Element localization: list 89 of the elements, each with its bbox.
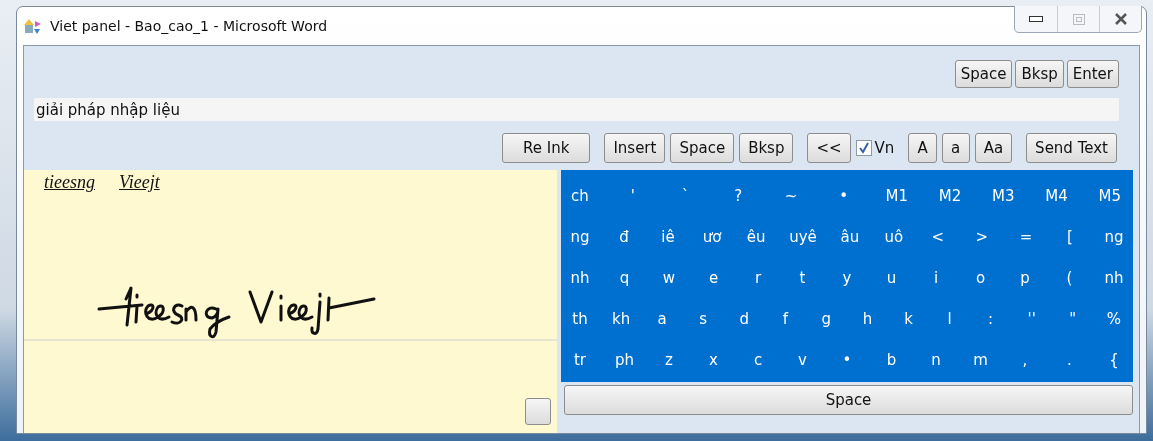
text-field[interactable]: giải pháp nhập liệu [34,98,1119,121]
key[interactable]: r [747,269,769,287]
key[interactable]: q [613,269,636,287]
toolbar-button[interactable]: Send Text [1026,133,1117,163]
key[interactable]: < [926,228,949,246]
key[interactable]: g [815,310,838,328]
key[interactable]: { [1103,351,1125,369]
key[interactable]: d [733,310,756,328]
key[interactable]: a [651,310,674,328]
suggestion-link[interactable]: tieesng [44,172,95,193]
key[interactable]: tr [569,351,591,369]
key[interactable]: ng [569,228,591,246]
close-icon [1113,13,1128,25]
toolbar-button[interactable]: Aa [974,133,1013,163]
key[interactable]: h [856,310,879,328]
key[interactable]: f [774,310,797,328]
space-button[interactable]: Space [564,385,1133,415]
key[interactable]: t [791,269,814,287]
key[interactable]: z [658,351,680,369]
key[interactable]: o [969,269,992,287]
toolbar-button[interactable]: << [807,133,851,163]
key[interactable]: • [836,351,858,369]
key[interactable]: M2 [938,187,962,205]
check-icon [857,142,870,154]
key[interactable]: ? [727,187,750,205]
toolbar-button[interactable]: A [908,133,937,163]
key[interactable]: x [702,351,725,369]
key[interactable]: > [970,228,993,246]
key[interactable]: k [897,310,920,328]
key[interactable]: c [747,351,769,369]
key[interactable]: p [1014,269,1036,287]
key[interactable]: ` [674,187,697,205]
key[interactable]: ~ [780,187,802,205]
key[interactable]: ươ [701,228,724,246]
key[interactable]: uô [882,228,905,246]
key[interactable]: ng [1103,228,1125,246]
key[interactable]: ch [569,187,591,205]
key[interactable]: w [658,269,680,287]
key[interactable]: âu [838,228,861,246]
key[interactable]: ph [613,351,636,369]
key[interactable]: iê [657,228,680,246]
suggestion-link[interactable]: Vieejt [119,172,160,193]
key-button[interactable]: Enter [1066,60,1119,88]
toolbar-button[interactable]: Bksp [739,133,794,163]
toolbar-button[interactable]: Space [670,133,735,163]
key[interactable]: êu [745,228,768,246]
key[interactable]: s [692,310,715,328]
key[interactable]: % [1102,310,1125,328]
key-button[interactable]: Space [954,60,1013,88]
key[interactable]: i [925,269,947,287]
key-button[interactable]: Bksp [1015,60,1064,88]
key[interactable]: ' [621,187,644,205]
key[interactable]: [ [1058,228,1081,246]
key[interactable]: uyê [789,228,817,246]
minimize-icon [1029,16,1043,22]
key[interactable]: '' [1020,310,1043,328]
key[interactable]: m [969,351,992,369]
key[interactable]: M5 [1098,187,1121,205]
key[interactable]: y [836,269,858,287]
key[interactable]: " [1061,310,1084,328]
maximize-icon [1072,13,1085,25]
toolbar-button[interactable]: Re Ink [502,133,591,163]
small-button[interactable] [525,398,551,425]
key[interactable]: th [569,310,591,328]
key[interactable]: M3 [992,187,1015,205]
key[interactable]: : [979,310,1002,328]
key[interactable]: , [1014,351,1036,369]
key[interactable]: nh [569,269,591,287]
toolbar-button[interactable]: Insert [604,133,666,163]
key[interactable]: M4 [1045,187,1068,205]
key[interactable]: ( [1058,269,1081,287]
key[interactable]: e [702,269,725,287]
key[interactable]: = [1014,228,1037,246]
key[interactable]: M1 [885,187,908,205]
key[interactable]: n [925,351,947,369]
ink-panel[interactable]: tieesng Vieejt [24,170,557,433]
key[interactable]: . [1058,351,1081,369]
vn-checkbox[interactable]: Vn [855,139,895,157]
key[interactable]: u [880,269,903,287]
app-icon [23,17,43,35]
key[interactable]: b [880,351,903,369]
key[interactable]: v [791,351,814,369]
key[interactable]: nh [1103,269,1125,287]
window-title: Viet panel - Bao_cao_1 - Microsoft Word [50,18,328,34]
key[interactable]: đ [613,228,636,246]
key[interactable]: kh [610,310,633,328]
key[interactable]: l [938,310,961,328]
toolbar-button[interactable]: a [941,133,970,163]
key[interactable]: • [832,187,855,205]
